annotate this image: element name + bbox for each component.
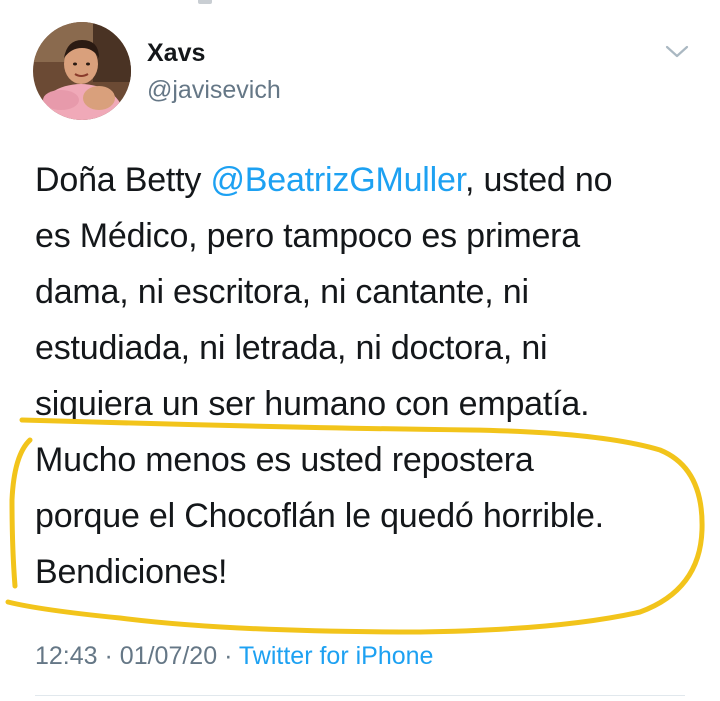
tweet-text-segment: , usted no: [464, 161, 613, 199]
tweet-line: Doña Betty @BeatrizGMuller, usted no: [35, 152, 705, 208]
tweet-line: porque el Chocoflán le quedó horrible.: [35, 497, 604, 535]
avatar[interactable]: [33, 22, 131, 120]
tweet-text: Doña Betty @BeatrizGMuller, usted no es …: [35, 152, 705, 600]
mention-link[interactable]: @BeatrizGMuller: [210, 161, 465, 199]
divider: [35, 695, 685, 696]
tweet-text-segment: Doña Betty: [35, 161, 211, 199]
meta-separator: ·: [104, 642, 113, 670]
tweet-line: es Médico, pero tampoco es primera: [35, 217, 581, 255]
tweet-metadata: 12:43 · 01/07/20 · Twitter for iPhone: [35, 642, 433, 671]
tweet-line: siquiera un ser humano con empatía.: [35, 385, 590, 423]
author-display-name[interactable]: Xavs: [147, 41, 205, 66]
top-cropped-fragment: [198, 0, 212, 4]
tweet-line: Mucho menos es usted repostera: [35, 441, 534, 479]
chevron-down-icon[interactable]: [664, 44, 690, 60]
tweet-line: Bendiciones!: [35, 553, 228, 591]
tweet-line: estudiada, ni letrada, ni doctora, ni: [35, 329, 548, 367]
tweet-line: dama, ni escritora, ni cantante, ni: [35, 273, 529, 311]
tweet-time[interactable]: 12:43: [35, 642, 98, 670]
meta-separator: ·: [224, 642, 233, 670]
tweet-date[interactable]: 01/07/20: [120, 642, 217, 670]
profile-photo-icon: [33, 22, 131, 120]
author-handle[interactable]: @javisevich: [147, 78, 281, 103]
tweet-source-link[interactable]: Twitter for iPhone: [239, 642, 434, 670]
